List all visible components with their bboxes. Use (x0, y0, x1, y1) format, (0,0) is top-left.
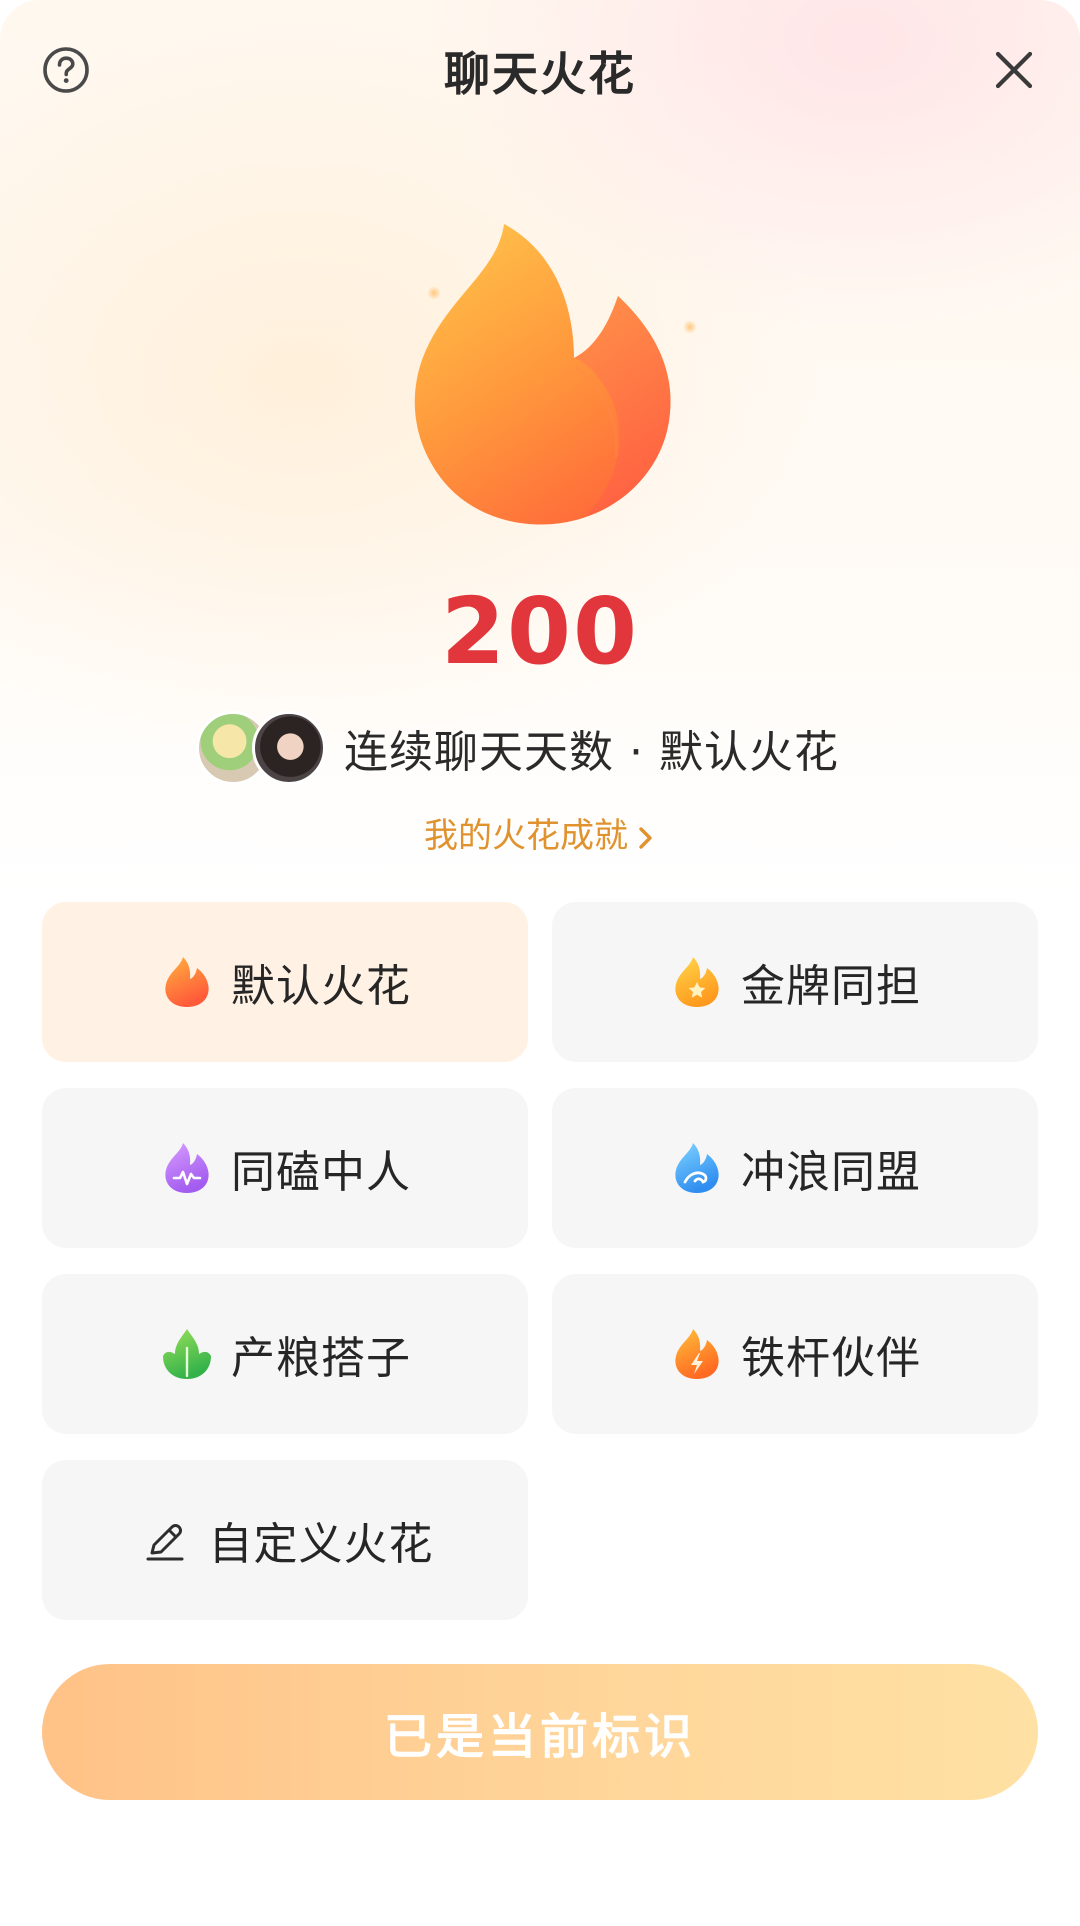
purple-pulse-flame-icon (159, 1140, 215, 1196)
option-gold-fan[interactable]: 金牌同担 (552, 902, 1038, 1062)
option-label: 自定义火花 (208, 1519, 434, 1570)
green-leaf-flame-icon (159, 1326, 215, 1382)
achievement-link-label: 我的火花成就 (424, 816, 628, 856)
pencil-icon (137, 1512, 193, 1568)
streak-subtitle: 连续聊天天数 · 默认火花 (344, 727, 839, 778)
option-surf-alliance[interactable]: 冲浪同盟 (552, 1088, 1038, 1248)
option-shipping-buddy[interactable]: 同磕中人 (42, 1088, 528, 1248)
option-label: 铁杆伙伴 (741, 1333, 921, 1384)
option-label: 同磕中人 (231, 1147, 411, 1198)
option-label: 默认火花 (231, 961, 411, 1012)
close-icon (995, 51, 1033, 89)
current-badge-button-label: 已是当前标识 (383, 1709, 696, 1765)
avatar-self (252, 711, 326, 785)
flame-sheet: 聊天火花 200 连续聊天天数 · 默认火花 我的火花成就 默认火花 金牌同担 … (0, 0, 1080, 1926)
option-label: 冲浪同盟 (741, 1147, 921, 1198)
hero-flame-icon (414, 224, 671, 525)
option-label: 产粮搭子 (231, 1333, 411, 1384)
gold-star-flame-icon (669, 954, 725, 1010)
option-default-flame[interactable]: 默认火花 (42, 902, 528, 1062)
option-custom-flame[interactable]: 自定义火花 (42, 1460, 528, 1620)
option-content-partner[interactable]: 产粮搭子 (42, 1274, 528, 1434)
my-achievements-link[interactable]: 我的火花成就 (0, 808, 1080, 857)
blue-wave-flame-icon (669, 1140, 725, 1196)
chevron-right-icon (639, 826, 652, 849)
close-button[interactable] (988, 44, 1040, 96)
option-label: 金牌同担 (741, 961, 921, 1012)
streak-subtitle-row: 连续聊天天数 · 默认火花 (196, 708, 839, 788)
orange-bolt-flame-icon (669, 1326, 725, 1382)
streak-count: 200 (440, 578, 640, 685)
option-loyal-partner[interactable]: 铁杆伙伴 (552, 1274, 1038, 1434)
orange-flame-icon (159, 954, 215, 1010)
current-badge-button[interactable]: 已是当前标识 (42, 1664, 1038, 1800)
page-title: 聊天火花 (444, 47, 636, 101)
